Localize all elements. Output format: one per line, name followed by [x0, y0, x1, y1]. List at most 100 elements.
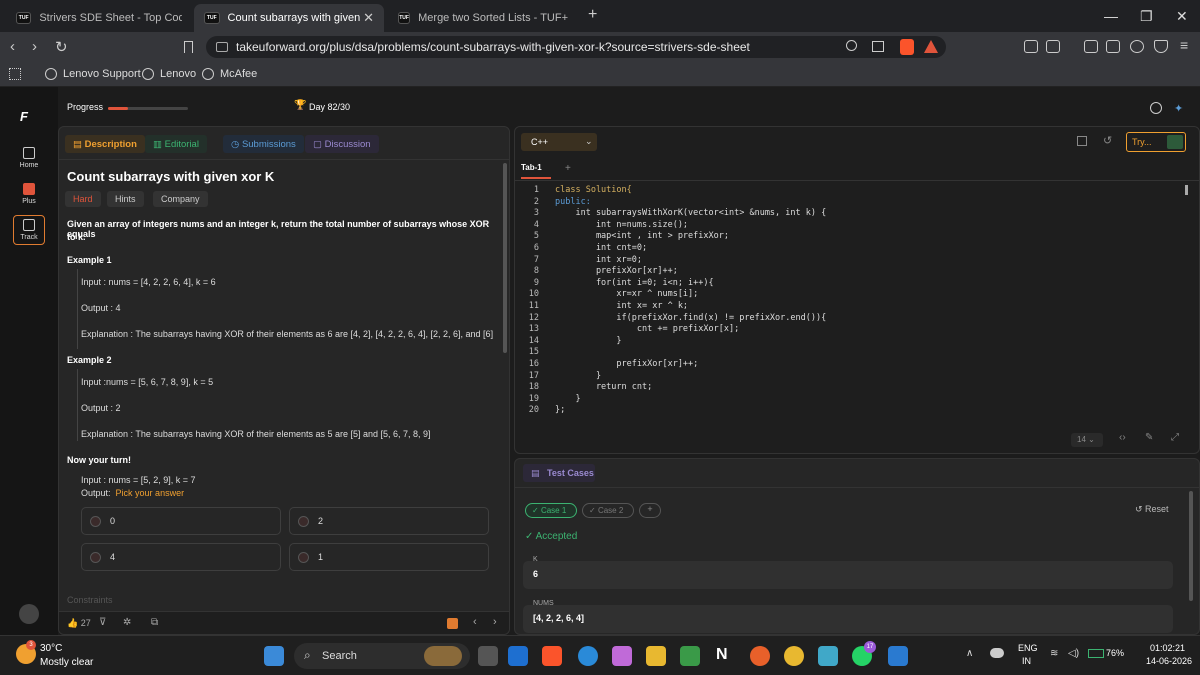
battery-icon[interactable]: [1088, 649, 1104, 658]
code-line[interactable]: [555, 347, 826, 359]
code-line[interactable]: int xr=0;: [555, 255, 826, 267]
scrollbar[interactable]: [503, 163, 507, 353]
brave-browser-icon[interactable]: [542, 646, 562, 666]
reload-icon[interactable]: ↻: [55, 38, 68, 56]
browser-tab-1[interactable]: TUF Strivers SDE Sheet - Top Coding Inte…: [6, 4, 192, 32]
code-line[interactable]: for(int i=0; i<n; i++){: [555, 278, 826, 290]
like-button[interactable]: 👍 27: [67, 618, 91, 629]
sidebar-item-track[interactable]: Track: [13, 215, 45, 245]
terminal-icon[interactable]: [818, 646, 838, 666]
hints-tag[interactable]: Hints: [107, 191, 144, 207]
tray-overflow-icon[interactable]: ∧: [966, 648, 973, 659]
code-line[interactable]: class Solution{: [555, 185, 826, 197]
code-line[interactable]: }: [555, 394, 826, 406]
windows-start-icon[interactable]: [264, 646, 284, 666]
answer-option-4[interactable]: 4: [81, 543, 281, 571]
share-link-icon[interactable]: ⧉: [151, 617, 158, 628]
company-tag[interactable]: Company: [153, 191, 208, 207]
done-checkbox[interactable]: [447, 618, 458, 629]
settings-icon[interactable]: ✦: [1174, 102, 1183, 115]
add-case-button[interactable]: +: [639, 503, 661, 518]
bookmark-lenovo[interactable]: Lenovo: [142, 68, 196, 80]
tab-editorial[interactable]: ▥ Editorial: [145, 135, 207, 153]
sidebar-toggle-icon[interactable]: [1084, 40, 1098, 53]
add-tab-button[interactable]: +: [565, 163, 571, 174]
bookmark-icon[interactable]: [184, 41, 193, 53]
vscode-icon[interactable]: [508, 646, 528, 666]
share-icon[interactable]: [872, 41, 884, 52]
editor-tab-1[interactable]: Tab-1: [521, 163, 542, 172]
code-line[interactable]: int cnt=0;: [555, 243, 826, 255]
brave-rewards-icon[interactable]: [924, 40, 938, 53]
code-line[interactable]: prefixXor[xr]++;: [555, 359, 826, 371]
back-icon[interactable]: ‹: [10, 38, 15, 55]
scrollbar[interactable]: [1189, 491, 1193, 601]
timer-icon[interactable]: [1150, 102, 1162, 114]
prev-problem-icon[interactable]: ‹: [473, 616, 477, 628]
address-bar[interactable]: takeuforward.org/plus/dsa/problems/count…: [206, 36, 946, 58]
code-line[interactable]: return cnt;: [555, 382, 826, 394]
new-tab-button[interactable]: +: [588, 6, 597, 24]
edge-icon[interactable]: [578, 646, 598, 666]
code-line[interactable]: public:: [555, 197, 826, 209]
code-line[interactable]: cnt += prefixXor[x];: [555, 324, 826, 336]
apps-grid-icon[interactable]: [9, 68, 21, 80]
zoom-icon[interactable]: [846, 40, 857, 51]
sidebar-item-home[interactable]: Home: [13, 147, 45, 169]
wifi-icon[interactable]: ≋: [1050, 648, 1058, 659]
fullscreen-icon[interactable]: ⤢: [1171, 432, 1179, 443]
onedrive-icon[interactable]: [990, 648, 1004, 658]
code-line[interactable]: int x= xr ^ k;: [555, 301, 826, 313]
reset-button[interactable]: ↺ Reset: [1135, 504, 1169, 515]
code-line[interactable]: int subarraysWithXorK(vector<int> &nums,…: [555, 208, 826, 220]
code-line[interactable]: if(prefixXor.find(x) != prefixXor.end())…: [555, 313, 826, 325]
browser-tab-2[interactable]: TUF Count subarrays with given xor K ✕: [194, 4, 384, 32]
forward-icon[interactable]: ›: [32, 38, 37, 55]
tab-discussion[interactable]: ▢ Discussion: [305, 135, 379, 153]
editor-scrollbar[interactable]: [1185, 185, 1188, 195]
firefox-icon[interactable]: [750, 646, 770, 666]
font-size-select[interactable]: 14 ⌄: [1071, 433, 1103, 447]
bookmark-mcafee[interactable]: McAfee: [202, 68, 257, 80]
next-problem-icon[interactable]: ›: [493, 616, 497, 628]
code-line[interactable]: }: [555, 371, 826, 383]
code-line[interactable]: map<int , int > prefixXor;: [555, 231, 826, 243]
code-content[interactable]: class Solution{public: int subarraysWith…: [555, 185, 826, 417]
bookmark-lenovo-support[interactable]: Lenovo Support: [45, 68, 141, 80]
tab-submissions[interactable]: ◷ Submissions: [223, 135, 304, 153]
excel-icon[interactable]: [680, 646, 700, 666]
restore-icon[interactable]: ❐: [1140, 8, 1153, 25]
brave-shield-icon[interactable]: [900, 39, 914, 55]
tab-description[interactable]: ▤ Description: [65, 135, 145, 153]
language-select[interactable]: C++ ⌄: [521, 133, 597, 151]
code-line[interactable]: int n=nums.size();: [555, 220, 826, 232]
chrome-icon[interactable]: [784, 646, 804, 666]
sidebar-item-plus[interactable]: Plus: [13, 183, 45, 205]
answer-option-0[interactable]: 0: [81, 507, 281, 535]
snipping-tool-icon[interactable]: [888, 646, 908, 666]
case-2-tab[interactable]: ✓ Case 2: [582, 503, 634, 518]
menu-icon[interactable]: ≡: [1180, 37, 1188, 53]
notion-icon[interactable]: N: [716, 646, 728, 664]
browser-tab-3[interactable]: TUF Merge two Sorted Lists - TUF+: [388, 4, 578, 32]
copy-icon[interactable]: [1077, 136, 1087, 146]
clock-time[interactable]: 01:02:21: [1150, 643, 1185, 653]
vpn-icon[interactable]: [1154, 40, 1168, 53]
search-box[interactable]: ⌕ Search: [294, 643, 470, 669]
avatar[interactable]: [19, 604, 39, 624]
k-value-field[interactable]: 6: [523, 561, 1173, 589]
file-explorer-icon[interactable]: [646, 646, 666, 666]
reader-icon[interactable]: [1046, 40, 1060, 53]
try-button[interactable]: Try...: [1126, 132, 1186, 152]
report-bug-icon[interactable]: ✲: [123, 617, 131, 628]
dislike-icon[interactable]: ⊽: [99, 617, 106, 628]
task-view-icon[interactable]: [478, 646, 498, 666]
answer-option-1[interactable]: 1: [289, 543, 489, 571]
language-indicator[interactable]: ENG: [1018, 643, 1038, 653]
site-settings-icon[interactable]: [216, 42, 228, 52]
format-code-icon[interactable]: ‹›: [1119, 432, 1126, 443]
copilot-icon[interactable]: [612, 646, 632, 666]
volume-icon[interactable]: ◁): [1068, 648, 1079, 659]
extensions-icon[interactable]: [1024, 40, 1038, 53]
nums-value-field[interactable]: [4, 2, 2, 6, 4]: [523, 605, 1173, 633]
